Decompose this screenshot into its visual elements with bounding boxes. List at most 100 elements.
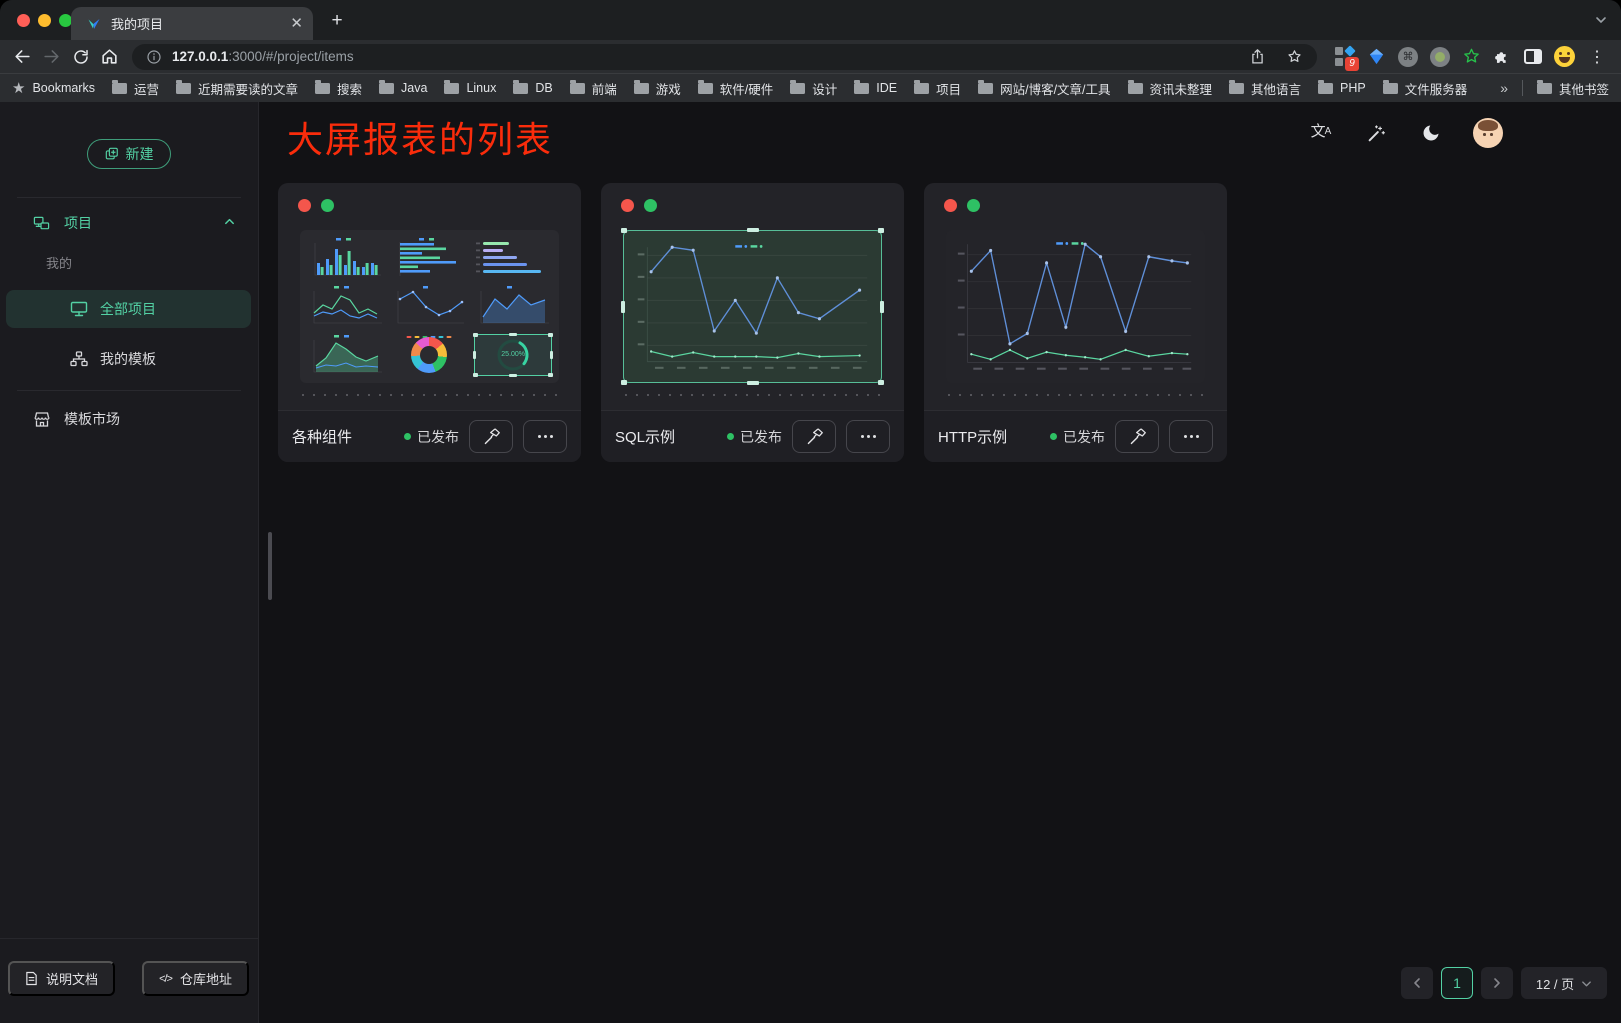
tab-close-icon[interactable]: ✕ [290,16,303,31]
more-options-button[interactable] [846,420,890,453]
back-button[interactable] [8,42,37,71]
card-preview[interactable] [623,230,882,383]
macos-traffic-lights[interactable] [17,14,72,27]
command-extension-icon[interactable]: ⌘ [1398,47,1418,67]
bookmark-star-icon[interactable] [1286,48,1303,65]
card-footer: SQL示例 已发布 [601,410,904,462]
bookmarks-overflow-chevron[interactable]: » [1500,80,1508,96]
hammer-icon [482,427,501,446]
bookmark-folder[interactable]: 设计 [790,79,837,98]
card-window-dots [298,199,334,212]
extension-badge: 9 [1345,57,1359,71]
docs-button[interactable]: 说明文档 [8,961,115,996]
gem-extension-icon[interactable] [1367,47,1386,66]
card-footer: 各种组件 已发布 [278,410,581,462]
bookmark-folder[interactable]: PHP [1318,81,1366,95]
status-badge: 已发布 [1050,427,1105,447]
project-card[interactable]: SQL示例 已发布 [601,183,904,462]
bookmarks-bar: ★Bookmarks 运营 近期需要读的文章 搜索 Java Linux DB … [0,73,1621,102]
bookmark-folder[interactable]: 近期需要读的文章 [176,79,298,98]
sidebar-item-my-templates[interactable]: 我的模板 [6,340,251,378]
green-dot [321,199,334,212]
sidebar-group-projects[interactable]: 项目 [0,205,258,241]
bookmark-folder[interactable]: IDE [854,81,897,95]
bookmark-folder[interactable]: Linux [444,81,496,95]
chevron-up-icon[interactable] [223,215,236,231]
bookmarks-separator [1522,80,1523,96]
bookmark-folder[interactable]: 运营 [112,79,159,98]
preview-dots [625,394,880,396]
close-window-button[interactable] [17,14,30,27]
sidebar-item-all-projects[interactable]: 全部项目 [6,290,251,328]
dark-mode-moon-icon[interactable] [1418,120,1444,146]
user-avatar[interactable] [1473,118,1503,148]
sidebar-owner-label: 我的 [46,253,72,272]
repo-button[interactable]: </> 仓库地址 [142,961,249,996]
address-bar[interactable]: 127.0.0.1:3000/#/project/items [132,44,1317,70]
scrollbar-thumb[interactable] [268,532,272,600]
project-card[interactable]: 25.00% 各种组件 已发布 [278,183,581,462]
url-text: 127.0.0.1:3000/#/project/items [172,49,354,64]
reload-button[interactable] [66,42,95,71]
code-icon: </> [159,973,172,985]
status-dot [727,433,734,440]
bookmark-folder[interactable]: 前端 [570,79,617,98]
sidebar-footer-divider [0,938,258,939]
tab-manager-extension-icon[interactable]: 9 [1335,47,1355,67]
home-button[interactable] [95,42,124,71]
chevron-down-icon [1581,978,1592,989]
green-star-extension-icon[interactable] [1462,47,1481,66]
share-icon[interactable] [1249,48,1266,65]
edit-project-button[interactable] [469,420,513,453]
forward-button[interactable] [37,42,66,71]
bookmark-folder[interactable]: Java [379,81,427,95]
recorder-extension-icon[interactable] [1430,47,1450,67]
extensions-puzzle-icon[interactable] [1493,47,1512,66]
mini-capsule-chart [472,235,554,281]
green-dot [967,199,980,212]
language-toggle-icon[interactable]: 文A [1308,120,1334,146]
bookmark-folder[interactable]: 网站/博客/文章/工具 [978,79,1110,98]
bookmark-folder[interactable]: 项目 [914,79,961,98]
bookmarks-root[interactable]: ★Bookmarks [12,79,95,97]
edit-project-button[interactable] [1115,420,1159,453]
star-icon: ★ [12,79,25,97]
bookmark-folder[interactable]: 资讯未整理 [1128,79,1213,98]
template-flow-icon [70,351,88,367]
next-page-button[interactable] [1481,967,1513,999]
project-name: SQL示例 [615,426,675,447]
card-preview[interactable] [946,230,1205,383]
theme-wand-icon[interactable] [1363,120,1389,146]
bookmark-folder[interactable]: 其他语言 [1229,79,1301,98]
new-project-button[interactable]: 新建 [87,139,171,169]
side-panel-icon[interactable] [1524,49,1542,64]
bookmark-folder[interactable]: 文件服务器 [1383,79,1468,98]
new-tab-button[interactable]: + [325,9,349,33]
project-card[interactable]: HTTP示例 已发布 [924,183,1227,462]
folder-icon [634,83,649,94]
more-options-button[interactable] [523,420,567,453]
status-dot [404,433,411,440]
minimize-window-button[interactable] [38,14,51,27]
folder-icon [978,83,993,94]
card-preview[interactable]: 25.00% [300,230,559,383]
emoji-extension-icon[interactable] [1554,46,1575,67]
browser-tab[interactable]: 我的项目 ✕ [71,7,313,40]
current-page-button[interactable]: 1 [1441,967,1473,999]
more-options-button[interactable] [1169,420,1213,453]
bookmark-folder[interactable]: 搜索 [315,79,362,98]
edit-project-button[interactable] [792,420,836,453]
bookmark-folder[interactable]: 软件/硬件 [698,79,773,98]
prev-page-button[interactable] [1401,967,1433,999]
other-bookmarks[interactable]: 其他书签 [1537,79,1609,98]
site-info-icon[interactable] [146,49,162,65]
mini-hbar-chart [389,235,471,281]
hammer-icon [805,427,824,446]
tab-search-chevron-icon[interactable] [1594,13,1608,32]
chrome-menu-icon[interactable]: ⋮ [1587,47,1607,67]
sidebar-item-template-market[interactable]: 模板市场 [6,401,251,437]
page-size-select[interactable]: 12 / 页 [1521,967,1607,999]
bookmark-folder[interactable]: 游戏 [634,79,681,98]
bookmark-folder[interactable]: DB [513,81,552,95]
mini-line-chart [305,283,387,329]
